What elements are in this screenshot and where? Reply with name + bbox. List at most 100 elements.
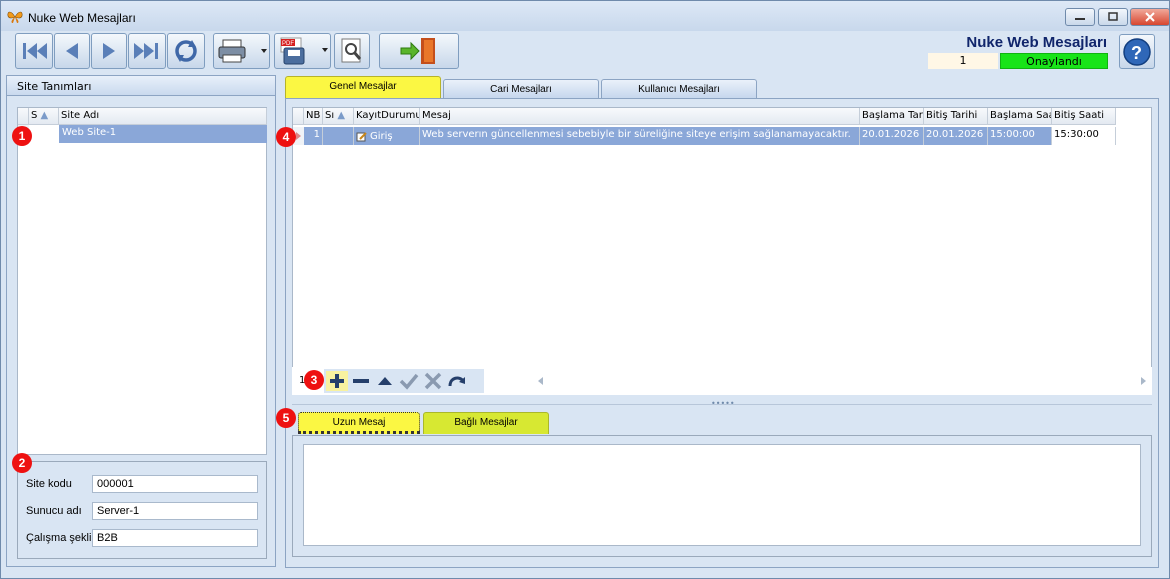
cross-icon [424, 372, 442, 390]
column-header-end-time[interactable]: Bitiş Saati [1052, 108, 1116, 125]
tab-linked-messages[interactable]: Bağlı Mesajlar [423, 412, 549, 434]
restore-icon [1108, 12, 1118, 21]
long-message-textarea[interactable] [303, 444, 1141, 546]
help-button[interactable]: ? [1119, 34, 1155, 69]
refresh-records-button[interactable] [446, 371, 468, 391]
working-mode-field[interactable]: B2B [92, 529, 258, 547]
column-header-si[interactable]: Sı ▲ [323, 108, 354, 125]
table-cell-si[interactable] [323, 127, 354, 145]
svg-text:?: ? [1131, 43, 1142, 63]
site-code-label: Site kodu [26, 478, 72, 490]
site-definitions-panel: Site Tanımları S ▲ Site Adı Web Site-1 S… [6, 75, 276, 567]
form-header-title: Nuke Web Mesajları [966, 34, 1107, 51]
table-cell-s[interactable] [29, 125, 59, 143]
server-name-label: Sunucu adı [26, 505, 82, 517]
table-cell-end-time[interactable]: 15:30:00 [1052, 127, 1116, 145]
scroll-right-icon[interactable] [1140, 376, 1148, 386]
close-button[interactable] [1130, 8, 1170, 26]
exit-button[interactable] [379, 33, 459, 69]
table-cell-end-date[interactable]: 20.01.2026 [924, 127, 988, 145]
site-details-group: Site kodu 000001 Sunucu adı Server-1 Çal… [17, 461, 267, 559]
callout-badge-1: 1 [12, 126, 32, 146]
first-record-icon [23, 43, 47, 59]
last-record-icon [134, 43, 158, 59]
site-grid: S ▲ Site Adı Web Site-1 [17, 107, 267, 455]
checkmark-icon [399, 373, 419, 390]
site-definitions-header: Site Tanımları [7, 76, 275, 96]
table-row-site[interactable]: Web Site-1 [59, 125, 267, 143]
edit-record-icon [356, 131, 367, 141]
table-cell-start-date[interactable]: 20.01.2026 [860, 127, 924, 145]
grid-corner [18, 108, 29, 125]
site-code-field[interactable]: 000001 [92, 475, 258, 493]
working-mode-label: Çalışma şekli [26, 532, 92, 544]
tab-account-messages[interactable]: Cari Mesajları [443, 79, 599, 98]
exit-door-icon [400, 38, 435, 64]
callout-badge-2: 2 [12, 453, 32, 473]
search-tool-button[interactable] [334, 33, 370, 69]
post-edit-button[interactable] [398, 371, 420, 391]
navigator-buttons [324, 369, 484, 393]
add-record-button[interactable] [326, 371, 348, 391]
pdf-save-button[interactable]: PDF [274, 33, 331, 69]
record-status-text: Giriş [370, 130, 393, 142]
app-window: Nuke Web Mesajları PDF Nuke Web Mesajlar… [0, 0, 1170, 579]
minimize-button[interactable] [1065, 8, 1095, 26]
triangle-up-icon [378, 377, 392, 385]
callout-badge-4: 4 [276, 127, 296, 147]
column-header-start-date[interactable]: Başlama Tari [860, 108, 924, 125]
search-tool-icon [341, 38, 362, 63]
svg-text:PDF: PDF [282, 41, 294, 47]
tab-general-messages[interactable]: Genel Mesajlar [285, 76, 441, 98]
first-record-button[interactable] [15, 33, 53, 69]
print-icon [218, 39, 267, 63]
minimize-icon [1075, 18, 1085, 20]
grid-corner [293, 108, 304, 125]
status-badge: Onaylandı [1000, 53, 1108, 69]
refresh-button[interactable] [167, 33, 205, 69]
help-icon: ? [1123, 37, 1151, 66]
next-record-icon [103, 43, 115, 59]
butterfly-icon [7, 11, 23, 23]
prev-record-icon [66, 43, 78, 59]
close-icon [1145, 12, 1155, 22]
column-header-end-date[interactable]: Bitiş Tarihi [924, 108, 988, 125]
table-cell-start-time[interactable]: 15:00:00 [988, 127, 1052, 145]
column-header-nb[interactable]: NB [304, 108, 323, 125]
tab-long-message[interactable]: Uzun Mesaj [298, 412, 420, 434]
plus-icon [330, 374, 344, 388]
redo-arrow-icon [448, 376, 465, 387]
record-number: 1 [928, 53, 998, 69]
cancel-edit-button[interactable] [422, 371, 444, 391]
callout-badge-3: 3 [304, 370, 324, 390]
edit-record-button[interactable] [374, 371, 396, 391]
tab-user-messages[interactable]: Kullanıcı Mesajları [601, 79, 757, 98]
column-header-site-name[interactable]: Site Adı [59, 108, 267, 125]
refresh-icon [175, 40, 197, 62]
grid-navigator: 1 [292, 367, 1152, 395]
pdf-save-icon: PDF [280, 37, 328, 65]
column-header-record-status[interactable]: KayıtDurumu [354, 108, 420, 125]
scroll-left-icon[interactable] [536, 376, 544, 386]
horizontal-scrollbar[interactable] [532, 373, 1152, 389]
long-message-panel [292, 435, 1152, 557]
next-record-button[interactable] [91, 33, 127, 69]
restore-button[interactable] [1098, 8, 1128, 26]
table-cell-record-status[interactable]: Giriş [354, 127, 420, 145]
column-header-s[interactable]: S ▲ [29, 108, 59, 125]
title-bar: Nuke Web Mesajları [1, 1, 1170, 31]
general-messages-panel: NB Sı ▲ KayıtDurumu Mesaj Başlama Tari B… [285, 98, 1159, 568]
column-header-message[interactable]: Mesaj [420, 108, 860, 125]
server-name-field[interactable]: Server-1 [92, 502, 258, 520]
delete-record-button[interactable] [350, 371, 372, 391]
column-header-start-time[interactable]: Başlama Saa [988, 108, 1052, 125]
last-record-button[interactable] [128, 33, 166, 69]
print-button[interactable] [213, 33, 270, 69]
messages-grid: NB Sı ▲ KayıtDurumu Mesaj Başlama Tari B… [292, 107, 1152, 395]
callout-badge-5: 5 [276, 408, 296, 428]
splitter-grip-icon[interactable]: ••••• [711, 399, 735, 408]
table-cell-nb[interactable]: 1 [304, 127, 323, 145]
prev-record-button[interactable] [54, 33, 90, 69]
minus-icon [353, 379, 369, 383]
table-cell-message[interactable]: Web serverın güncellenmesi sebebiyle bir… [420, 127, 860, 145]
